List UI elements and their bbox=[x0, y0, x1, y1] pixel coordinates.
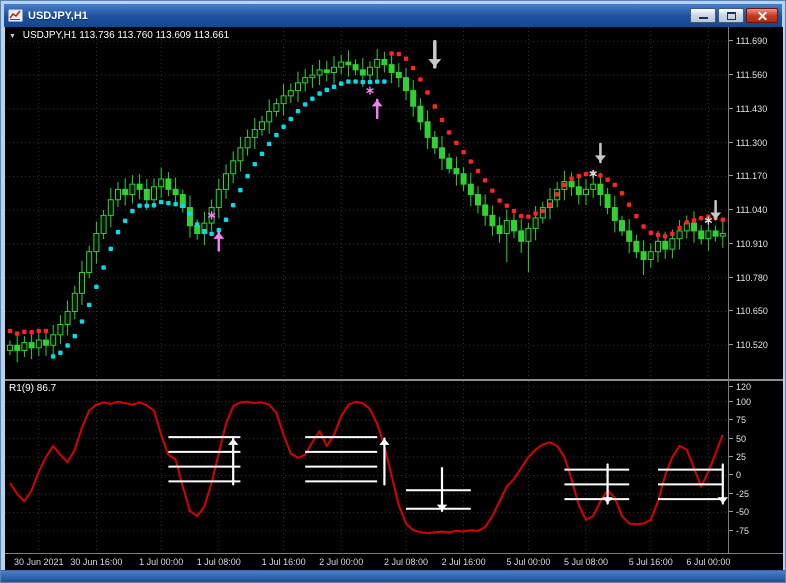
indicator-axis-label: 25 bbox=[729, 452, 783, 462]
time-axis-label: 1 Jul 00:00 bbox=[139, 557, 184, 567]
time-axis-label: 2 Jul 08:00 bbox=[383, 557, 429, 567]
price-axis-label: 111.170 bbox=[729, 171, 783, 181]
price-axis-label: 110.520 bbox=[729, 340, 783, 350]
restore-button[interactable] bbox=[718, 8, 744, 23]
price-axis-label: 111.560 bbox=[729, 70, 783, 80]
price-axis-label: 111.300 bbox=[729, 138, 783, 148]
time-axis-label: 1 Jul 08:00 bbox=[196, 557, 241, 567]
close-icon bbox=[747, 9, 777, 22]
time-axis-label: 5 Jul 16:00 bbox=[628, 557, 673, 567]
indicator-axis-label: 75 bbox=[729, 415, 783, 425]
price-scale[interactable]: 111.690 111.560 111.430 111.300 111.170 111.0… bbox=[728, 27, 783, 379]
chart-window: USDJPY,H1 ▼ USDJPY,H1 113.736 113.760 11… bbox=[0, 0, 786, 583]
indicator-axis-label: 0 bbox=[729, 470, 783, 480]
indicator-axis-label: -50 bbox=[729, 507, 783, 517]
minimize-icon bbox=[699, 17, 708, 19]
time-axis-label: 30 Jun 16:00 bbox=[70, 557, 123, 567]
price-axis-label: 110.910 bbox=[729, 239, 783, 249]
time-axis-label: 5 Jul 08:00 bbox=[563, 557, 609, 567]
indicator-scale[interactable]: 120 100 75 50 25 0 -25 -50 -75 bbox=[728, 381, 783, 553]
close-button[interactable] bbox=[746, 8, 778, 23]
price-chart-pane[interactable]: ▼ USDJPY,H1 113.736 113.760 113.609 113.… bbox=[5, 27, 728, 379]
indicator-canvas[interactable] bbox=[5, 381, 728, 553]
restore-icon bbox=[727, 12, 736, 20]
time-axis-label: 2 Jul 16:00 bbox=[441, 557, 486, 567]
indicator-axis-label: 120 bbox=[729, 382, 783, 392]
window-title: USDJPY,H1 bbox=[28, 9, 88, 22]
price-axis-label: 110.650 bbox=[729, 306, 783, 316]
chart-window-icon bbox=[8, 9, 23, 22]
price-chart-canvas[interactable] bbox=[5, 27, 728, 379]
time-axis-label: 5 Jul 00:00 bbox=[506, 557, 551, 567]
price-axis-label: 111.040 bbox=[729, 205, 783, 215]
time-axis-label: 6 Jul 00:00 bbox=[686, 557, 731, 567]
indicator-axis-label: 50 bbox=[729, 434, 783, 444]
time-axis-label: 30 Jun 2021 bbox=[14, 557, 64, 567]
chart-info-label: ▼ USDJPY,H1 113.736 113.760 113.609 113.… bbox=[9, 30, 229, 41]
window-bottom-frame bbox=[1, 570, 785, 582]
price-axis-label: 111.690 bbox=[729, 36, 783, 46]
indicator-axis-label: 100 bbox=[729, 397, 783, 407]
time-axis-label: 1 Jul 16:00 bbox=[261, 557, 306, 567]
indicator-pane[interactable]: R1(9) 86.7 bbox=[5, 381, 728, 553]
price-axis-label: 110.780 bbox=[729, 273, 783, 283]
title-bar[interactable]: USDJPY,H1 bbox=[4, 4, 782, 27]
indicator-axis-label: -75 bbox=[729, 526, 783, 536]
chart-client-area: ▼ USDJPY,H1 113.736 113.760 113.609 113.… bbox=[5, 27, 783, 572]
minimize-button[interactable] bbox=[690, 8, 716, 23]
chart-symbol-period: USDJPY,H1 bbox=[22, 30, 77, 41]
chart-ohlc-values: 113.736 113.760 113.609 113.661 bbox=[79, 30, 230, 41]
one-click-trading-toggle-icon[interactable]: ▼ bbox=[9, 33, 16, 40]
indicator-axis-label: -25 bbox=[729, 489, 783, 499]
time-axis-label: 2 Jul 00:00 bbox=[319, 557, 364, 567]
indicator-label: R1(9) 86.7 bbox=[9, 383, 57, 394]
price-axis-label: 111.430 bbox=[729, 104, 783, 114]
